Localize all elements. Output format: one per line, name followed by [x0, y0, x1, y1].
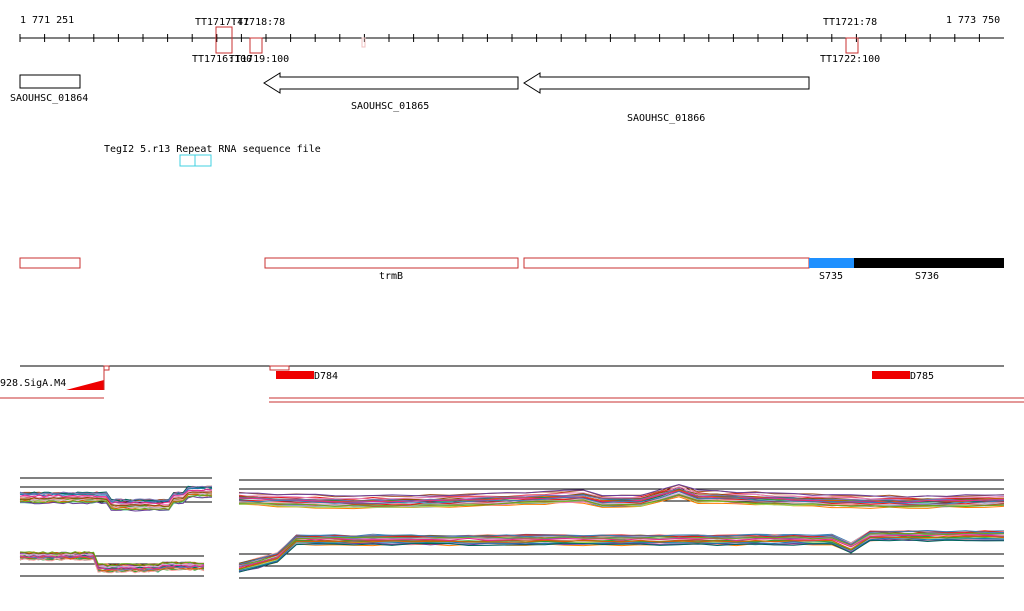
promoter-d784[interactable]: [276, 371, 314, 379]
expression-panel-top-left: [19, 477, 213, 512]
terminator-label-tt1721: TT1721:78: [823, 17, 877, 28]
segment-box-right[interactable]: [523, 257, 810, 269]
segment-s735[interactable]: [809, 258, 854, 268]
promoter-d785[interactable]: [872, 371, 910, 379]
promoter-track: 928.SigA.M4 D784 D785: [0, 365, 1024, 403]
terminator-label-tt1719: TT1719:100: [229, 54, 289, 65]
expression-tracks: [19, 477, 1005, 579]
terminator-label-tt1722: TT1722:100: [820, 54, 880, 65]
segment-track: trmB S735 S736: [19, 257, 1004, 282]
gene-saouhsc-01866-arrow[interactable]: [523, 72, 810, 94]
terminator-label-tt1718: TT1718:78: [231, 17, 285, 28]
expression-panel-top-right: [238, 479, 1005, 510]
segment-box-left[interactable]: [19, 257, 81, 269]
expression-profile-line: [238, 539, 1005, 573]
promoter-label-d785: D785: [910, 371, 934, 382]
terminator-small-mark: [361, 37, 366, 48]
gene-saouhsc-01864[interactable]: [19, 74, 81, 89]
segment-label-s736: S736: [915, 271, 939, 282]
terminator-tt1717[interactable]: [215, 26, 233, 54]
terminator-tt1718[interactable]: [249, 37, 263, 54]
gene-label-saouhsc-01866: SAOUHSC_01866: [627, 113, 705, 124]
gene-label-saouhsc-01864: SAOUHSC_01864: [10, 93, 88, 104]
segment-label-s735: S735: [819, 271, 843, 282]
ruler-start-label: 1 771 251: [20, 15, 74, 26]
segment-s736[interactable]: [854, 258, 1004, 268]
promoter-d784-mark: [269, 365, 290, 371]
promoter-siga-wedge[interactable]: [66, 380, 104, 390]
expression-panel-bottom-right: [238, 529, 1005, 579]
gene-saouhsc-01865-arrow[interactable]: [263, 72, 519, 94]
promoter-label-d784: D784: [314, 371, 338, 382]
gene-label-saouhsc-01865: SAOUHSC_01865: [351, 101, 429, 112]
segment-label-trmb: trmB: [379, 271, 403, 282]
repeat-overlapping-label: TegI2 5.r13 Repeat RNA sequence file: [104, 144, 321, 155]
promoter-siga-mark: [103, 365, 110, 371]
promoter-label-siga: 928.SigA.M4: [0, 378, 66, 389]
gene-track: SAOUHSC_01864 SAOUHSC_01865 SAOUHSC_0186…: [10, 72, 810, 124]
segment-trmb[interactable]: [264, 257, 519, 269]
genome-browser-canvas: 1 771 251 1 773 750 TT1717:47 TT1718:78 …: [0, 15, 1024, 579]
expression-panel-bottom-left: [19, 551, 205, 577]
repeat-track: TegI2 5.r13 Repeat RNA sequence file: [104, 144, 321, 167]
ruler-end-label: 1 773 750: [946, 15, 1000, 26]
